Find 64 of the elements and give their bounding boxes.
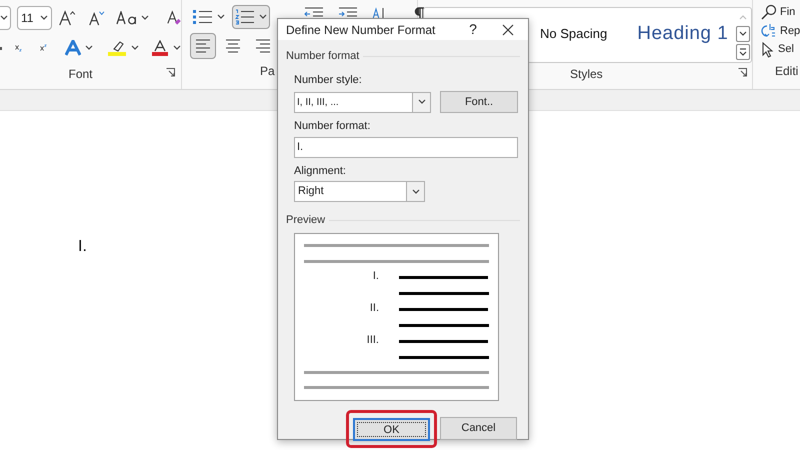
replace-icon [761, 23, 777, 39]
more-styles-button[interactable] [736, 44, 750, 60]
highlighter-icon[interactable] [106, 40, 127, 56]
shrink-font-icon[interactable] [88, 9, 106, 27]
group-label: Font [68, 66, 92, 83]
document-text: I. [78, 238, 87, 255]
caret-icon[interactable] [412, 188, 420, 194]
preview-number: I. [372, 268, 379, 284]
caret-icon[interactable] [84, 45, 93, 51]
search-icon [761, 4, 777, 20]
font-button[interactable]: Font.. [440, 91, 518, 113]
bullet-list-icon[interactable] [193, 9, 213, 26]
caret-icon[interactable] [217, 14, 225, 20]
align-button[interactable] [190, 32, 216, 59]
field-label: Alignment: [294, 164, 347, 178]
caret-icon[interactable] [40, 15, 48, 21]
close-icon[interactable] [502, 24, 514, 36]
dialog-button[interactable]: OK [353, 418, 430, 442]
style-item[interactable]: Heading 1 [637, 20, 728, 48]
font-name-dropdown[interactable] [0, 6, 11, 30]
pilcrow-icon[interactable] [414, 7, 426, 21]
number-format-field[interactable]: I. [294, 136, 518, 158]
style-item[interactable]: No Spacing [540, 24, 608, 44]
expand-gallery-icon [738, 48, 746, 56]
editing-command[interactable]: Fin [761, 3, 796, 22]
font-size-dropdown[interactable]: 11 [17, 6, 52, 30]
caret-icon[interactable] [259, 14, 267, 20]
caret-icon[interactable] [130, 45, 139, 51]
scroll-down-button[interactable] [736, 26, 750, 42]
clear-formatting-icon[interactable] [166, 9, 181, 27]
group-label: Styles [570, 66, 603, 83]
preview-number: II. [368, 300, 379, 316]
text-effects-icon[interactable] [64, 40, 81, 56]
sort-icon[interactable] [372, 7, 386, 21]
numbered-list-icon[interactable] [235, 9, 255, 26]
dialog-launcher-icon[interactable] [166, 68, 175, 77]
number-style-dropdown[interactable]: I, II, III, ... [294, 92, 431, 112]
dialog-button[interactable]: Cancel [440, 416, 517, 440]
group-label: Pa [260, 64, 275, 78]
dropdown-value: I, II, III, ... [296, 96, 340, 110]
change-case-icon[interactable] [116, 11, 138, 25]
field-label: Number style: [294, 72, 363, 88]
caret-icon[interactable] [418, 99, 426, 105]
editing-command[interactable]: Rep [761, 22, 800, 40]
caret-icon[interactable] [140, 15, 149, 21]
caret-icon[interactable] [0, 15, 8, 21]
section-label: Preview [286, 213, 326, 228]
list-style-button[interactable] [232, 5, 270, 30]
dialog-launcher-icon[interactable] [738, 68, 747, 77]
editing-command[interactable]: Sel [761, 40, 794, 60]
field-label: Number format: [294, 119, 372, 134]
group-label: Editi [775, 64, 798, 78]
help-button[interactable]: ? [458, 19, 488, 40]
font-size-value: 11 [21, 10, 34, 27]
font-color-icon[interactable] [150, 40, 169, 56]
caret-icon[interactable] [172, 45, 181, 51]
grow-font-icon[interactable] [58, 9, 76, 27]
cursor-icon [761, 42, 775, 58]
dialog-title: Define New Number Format [286, 22, 436, 38]
preview-number: III. [366, 332, 379, 348]
dropdown-value: Right [297, 184, 325, 200]
chevron-down-icon [738, 31, 746, 37]
section-label: Number format [286, 49, 360, 64]
alignment-dropdown[interactable]: Right [294, 181, 425, 202]
